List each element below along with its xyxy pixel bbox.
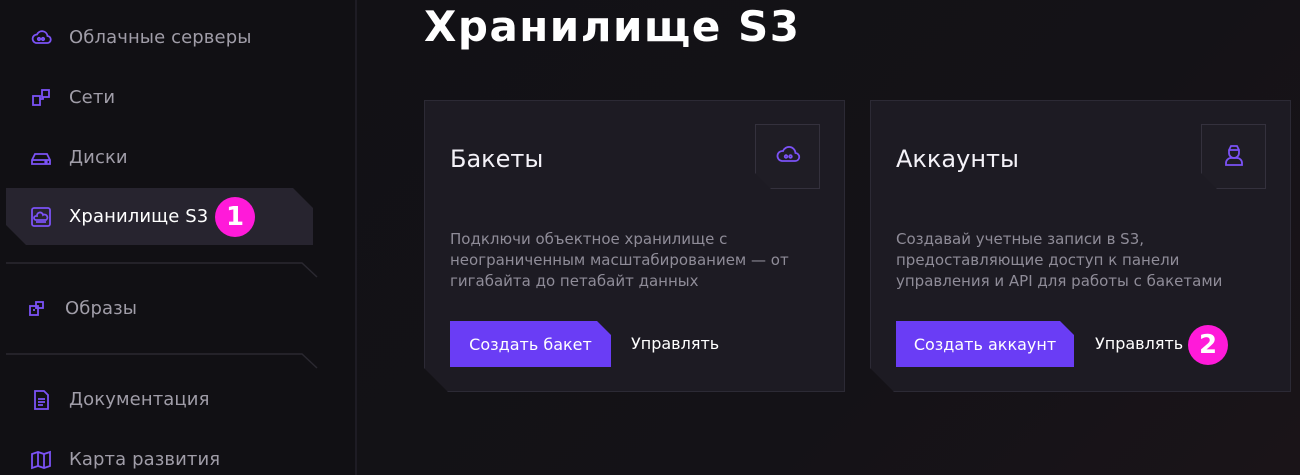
create-account-button[interactable]: Создать аккаунт xyxy=(896,321,1074,367)
create-bucket-button[interactable]: Создать бакет xyxy=(450,321,611,367)
sidebar-divider xyxy=(6,353,318,369)
map-icon xyxy=(30,449,52,471)
sidebar-item-storage-s3[interactable]: Хранилище S3 xyxy=(6,188,313,245)
sidebar-item-images[interactable]: Образы xyxy=(6,280,313,337)
manage-buckets-link[interactable]: Управлять xyxy=(631,334,719,353)
card-title: Аккаунты xyxy=(896,145,1019,173)
card-title: Бакеты xyxy=(450,145,544,173)
sidebar-item-label: Диски xyxy=(69,147,128,168)
sidebar-item-disks[interactable]: Диски xyxy=(6,129,313,186)
user-icon xyxy=(1221,142,1247,172)
sidebar-item-label: Образы xyxy=(65,298,138,319)
card-description: Создавай учетные записи в S3, предоставл… xyxy=(896,230,1223,290)
sidebar-item-networks[interactable]: Сети xyxy=(6,69,313,126)
sidebar-item-cloud-servers[interactable]: Облачные серверы xyxy=(6,9,313,66)
sidebar-item-documentation[interactable]: Документация xyxy=(6,371,313,428)
sidebar-item-label: Сети xyxy=(69,87,116,108)
image-icon xyxy=(26,298,48,320)
disk-icon xyxy=(30,147,52,169)
sidebar: Облачные серверы Сети Диски Хранилище S3… xyxy=(0,0,356,475)
accounts-card: Аккаунты Создавай учетные записи в S3, п… xyxy=(870,100,1291,392)
page-title: Хранилище S3 xyxy=(424,2,801,51)
sidebar-item-label: Карта развития xyxy=(69,449,221,470)
sidebar-divider xyxy=(6,262,318,278)
document-icon xyxy=(30,389,52,411)
sidebar-item-label: Облачные серверы xyxy=(69,27,252,48)
sidebar-item-label: Хранилище S3 xyxy=(69,206,209,227)
buckets-card: Бакеты Подключи объектное хранилище с не… xyxy=(424,100,845,392)
card-description: Подключи объектное хранилище с неогранич… xyxy=(450,230,789,290)
annotation-marker-1: 1 xyxy=(215,197,255,237)
cloud-icon xyxy=(775,142,801,172)
manage-accounts-link[interactable]: Управлять xyxy=(1095,334,1183,353)
card-icon-box xyxy=(755,124,820,189)
sidebar-item-roadmap[interactable]: Карта развития xyxy=(6,431,313,475)
storage-icon xyxy=(30,206,52,228)
annotation-marker-2: 2 xyxy=(1188,325,1228,365)
card-icon-box xyxy=(1201,124,1266,189)
sidebar-item-label: Документация xyxy=(69,389,210,410)
network-icon xyxy=(30,87,52,109)
cloud-server-icon xyxy=(30,27,52,49)
